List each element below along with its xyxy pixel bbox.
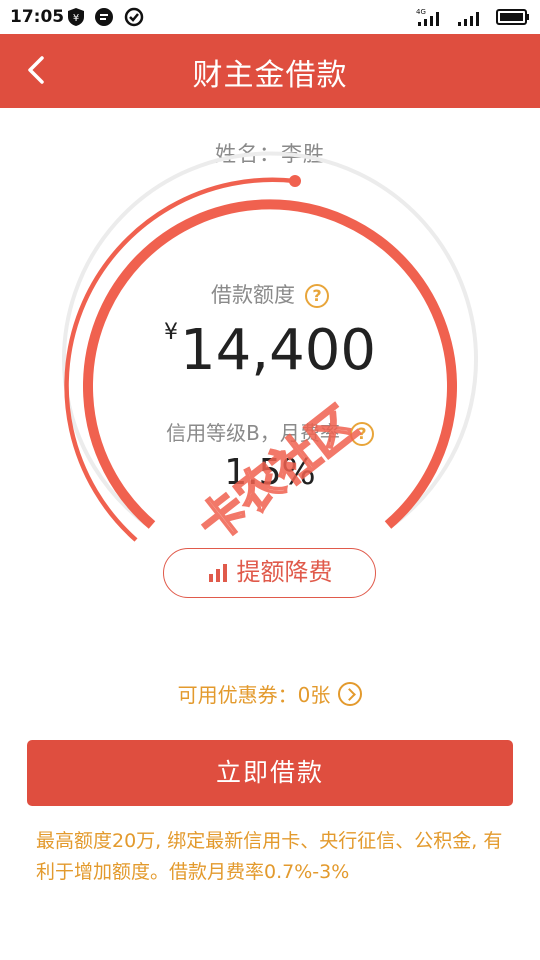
signal-4g-icon: 4G <box>416 8 439 26</box>
battery-icon <box>496 9 529 25</box>
svg-text:¥: ¥ <box>73 13 79 24</box>
signal-icon <box>458 12 479 26</box>
question-icon[interactable]: ? <box>349 422 374 446</box>
loan-amount-value: 14,400 <box>180 318 376 383</box>
coupon-text: 可用优惠券：0张 <box>177 683 331 707</box>
page-title: 财主金借款 <box>192 58 348 93</box>
currency-symbol: ¥ <box>164 320 179 345</box>
borrow-now-button[interactable]: 立即借款 <box>27 740 513 806</box>
chevron-right-circle-icon <box>338 682 363 706</box>
rate-label-text: 信用等级B，月费率 <box>166 421 340 445</box>
loan-limit-text: 借款额度 <box>211 283 295 307</box>
limit-note: 最高额度20万, 绑定最新信用卡、央行征信、公积金, 有利于增加额度。借款月费率… <box>36 830 503 883</box>
status-bar: 17:05 ¥ 4G <box>0 0 540 34</box>
raise-limit-label: 提额降费 <box>236 558 333 586</box>
bar-chart-icon <box>208 564 227 582</box>
app-header: 财主金借款 <box>0 34 540 108</box>
monthly-rate-label: 信用等级B，月费率? <box>0 417 540 446</box>
coupon-link[interactable]: 可用优惠券：0张 <box>0 679 540 708</box>
loan-limit-label: 借款额度? <box>0 279 540 309</box>
status-time: 17:05 <box>10 7 65 27</box>
question-icon[interactable]: ? <box>305 284 329 308</box>
message-icon <box>95 8 113 26</box>
svg-text:4G: 4G <box>416 8 426 16</box>
gauge-progress-knob <box>289 175 301 187</box>
check-circle-icon <box>124 7 144 27</box>
shield-yen-icon: ¥ <box>68 8 84 26</box>
monthly-rate-value: 1.5% <box>224 452 316 493</box>
loan-amount: ¥14,400 <box>0 318 540 383</box>
raise-limit-button[interactable]: 提额降费 <box>163 548 376 598</box>
